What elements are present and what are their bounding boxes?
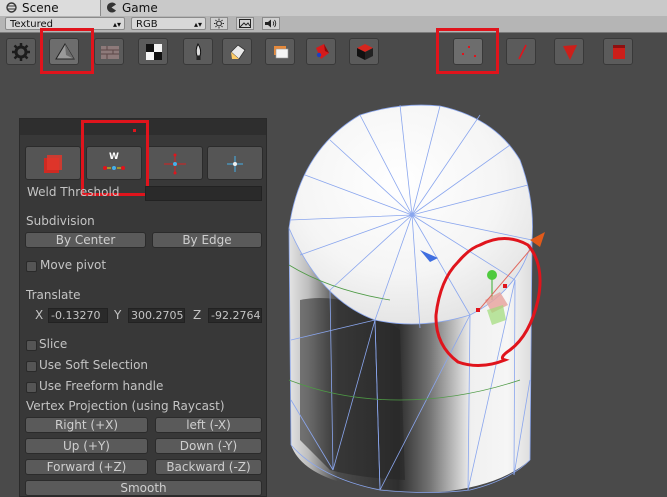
brick-icon: [101, 46, 119, 59]
project-left-button[interactable]: left (-X): [155, 417, 262, 433]
settings-button[interactable]: [6, 38, 36, 65]
project-up-button[interactable]: Up (+Y): [25, 438, 148, 454]
materials-icon: [274, 46, 289, 59]
smooth-groups-button[interactable]: [222, 38, 252, 65]
texture-mode-button[interactable]: [94, 38, 124, 65]
highlight-vertex-mode: [436, 28, 499, 74]
highlight-object-mode: [40, 28, 94, 74]
by-center-button[interactable]: By Center: [25, 232, 146, 248]
color-mode-value: RGB: [136, 19, 158, 30]
face-icon: [563, 45, 577, 60]
red-marker-dot: [133, 129, 136, 132]
dropdown-arrow-icon: ▴▾: [193, 20, 202, 29]
collapse-vertices-button[interactable]: [207, 146, 263, 180]
subdivision-label: Subdivision: [26, 214, 95, 228]
edge-icon: [518, 44, 527, 60]
freeform-handle-label: Use Freeform handle: [39, 379, 164, 393]
audio-toggle[interactable]: [262, 17, 280, 30]
tab-game[interactable]: Game: [100, 0, 192, 16]
checker-icon: [146, 44, 162, 60]
collapse-icon: [227, 156, 243, 172]
project-down-button[interactable]: Down (-Y): [155, 438, 262, 454]
selected-vertex[interactable]: [476, 308, 480, 312]
selected-vertex[interactable]: [503, 284, 507, 288]
sun-icon: [214, 18, 224, 29]
dropdown-arrow-icon: ▴▾: [112, 20, 121, 29]
by-edge-button[interactable]: By Edge: [152, 232, 262, 248]
soft-selection-label: Use Soft Selection: [39, 358, 149, 372]
speaker-icon: [265, 19, 277, 28]
translate-x-label: X: [35, 308, 44, 322]
scene-icon: [6, 2, 17, 13]
tab-bar: Scene Game: [0, 0, 667, 17]
weld-threshold-field[interactable]: [145, 186, 262, 201]
move-pivot-label: Move pivot: [40, 258, 107, 272]
tab-scene-label: Scene: [22, 1, 59, 15]
cube-icon: [357, 44, 373, 60]
face-select-button[interactable]: [554, 38, 584, 65]
green-sphere-handle[interactable]: [487, 270, 497, 280]
weld-threshold-label: Weld Threshold: [27, 185, 120, 199]
slice-checkbox[interactable]: [26, 340, 37, 351]
color-mode-dropdown[interactable]: RGB ▴▾: [131, 17, 206, 30]
project-backward-button[interactable]: Backward (-Z): [155, 459, 262, 475]
brush-icon: [195, 43, 202, 60]
image-effects-toggle[interactable]: [236, 17, 254, 30]
move-pivot-checkbox[interactable]: [26, 261, 37, 272]
element-select-button[interactable]: [603, 38, 633, 65]
translate-x-field[interactable]: -0.13270: [48, 308, 108, 323]
pacman-icon: [107, 2, 116, 13]
edge-select-button[interactable]: [506, 38, 536, 65]
tab-game-label: Game: [122, 1, 158, 15]
translate-z-label: Z: [193, 308, 202, 322]
translate-y-label: Y: [114, 308, 122, 322]
material-button[interactable]: [265, 38, 295, 65]
element-icon: [613, 45, 625, 59]
red-shape-icon: [316, 44, 329, 59]
faces-icon: [230, 44, 246, 60]
lighting-toggle[interactable]: [210, 17, 228, 30]
soft-selection-checkbox[interactable]: [26, 361, 37, 372]
gear-icon: [12, 43, 30, 61]
translate-label: Translate: [26, 288, 81, 302]
translate-y-field[interactable]: 300.2705: [128, 308, 185, 323]
tab-scene[interactable]: Scene: [0, 0, 101, 16]
project-forward-button[interactable]: Forward (+Z): [25, 459, 148, 475]
split-vertices-button[interactable]: [147, 146, 203, 180]
image-icon: [239, 19, 251, 28]
slice-label: Slice: [39, 337, 68, 351]
vertex-projection-label: Vertex Projection (using Raycast): [26, 399, 225, 413]
freeform-handle-checkbox[interactable]: [26, 382, 37, 393]
project-right-button[interactable]: Right (+X): [25, 417, 148, 433]
smooth-button[interactable]: Smooth: [25, 480, 262, 496]
shape-button[interactable]: [306, 38, 336, 65]
split-icon: [164, 153, 186, 175]
extrude-icon: [44, 155, 62, 173]
vertex-paint-button[interactable]: [183, 38, 213, 65]
extrude-button[interactable]: [25, 146, 81, 180]
translate-z-field[interactable]: -92.2764: [208, 308, 262, 323]
cube-button[interactable]: [349, 38, 379, 65]
uv-mode-button[interactable]: [138, 38, 168, 65]
